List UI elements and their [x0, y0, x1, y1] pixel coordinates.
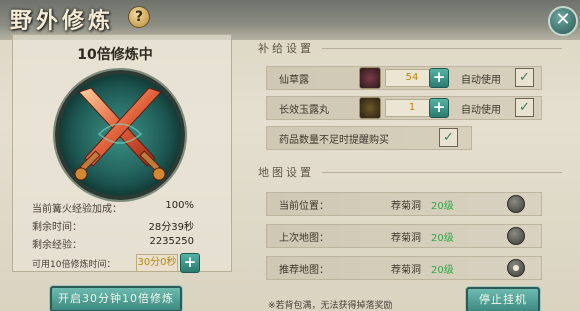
map-radio[interactable]	[507, 195, 525, 213]
map-row-label: 推荐地图：	[279, 265, 329, 276]
stat-value: 100%	[165, 200, 194, 211]
auto-use-label: 自动使用	[461, 75, 501, 86]
stat-label: 剩余时间：	[32, 222, 82, 233]
map-row-label: 当前位置：	[279, 201, 329, 212]
help-icon[interactable]: ?	[128, 6, 150, 28]
close-icon[interactable]: ✕	[548, 6, 578, 36]
mode-title: 10倍修炼中	[77, 47, 153, 63]
stat-value: 28分39秒	[148, 222, 194, 233]
map-name: 荐菊洞	[391, 265, 421, 276]
auto-use-checkbox[interactable]: ✓	[515, 98, 534, 117]
buy-pill-button[interactable]: +	[429, 98, 449, 118]
map-radio-selected[interactable]	[507, 259, 525, 277]
supply-section-title: 补给设置	[258, 42, 562, 55]
map-row-current[interactable]: 当前位置： 荐菊洞 20级	[266, 192, 542, 216]
stat-row-exp-bonus: 当前篝火经验加成： 100%	[32, 200, 212, 215]
crossed-swords-icon	[74, 87, 166, 181]
item-name: 长效玉露丸	[279, 105, 329, 116]
stat-value: 2235250	[149, 236, 194, 247]
training-panel: 野外修炼 ? ✕ 10倍修炼中 当前篝火经验加成： 100% 剩余时间： 28分…	[0, 0, 580, 311]
map-row-label: 上次地图：	[279, 233, 329, 244]
stop-afk-button[interactable]: 停止挂机	[466, 287, 540, 311]
potion-icon	[359, 67, 381, 89]
reminder-row: 药品数量不足时提醒购买 ✓	[266, 126, 472, 150]
window-title: 野外修炼	[10, 8, 115, 34]
auto-use-checkbox[interactable]: ✓	[515, 68, 534, 87]
stat-row-time-left: 剩余时间： 28分39秒	[32, 218, 212, 233]
stat-label: 剩余经验：	[32, 240, 82, 251]
map-level: 20级	[431, 233, 454, 244]
map-level: 20级	[431, 201, 454, 212]
training-emblem	[55, 70, 185, 200]
item-name: 仙草露	[279, 75, 309, 86]
map-radio[interactable]	[507, 227, 525, 245]
stat-row-exp-left: 剩余经验： 2235250	[32, 236, 212, 251]
map-row-last[interactable]: 上次地图： 荐菊洞 20级	[266, 224, 542, 248]
stat-label: 当前篝火经验加成：	[32, 204, 122, 215]
bag-full-note: ※若背包满，无法获得掉落奖励	[268, 301, 393, 311]
supply-row-pill: 长效玉露丸 1 + 自动使用 ✓	[266, 96, 542, 120]
supply-row-potion: 仙草露 54 + 自动使用 ✓	[266, 66, 542, 90]
auto-use-label: 自动使用	[461, 105, 501, 116]
reminder-checkbox[interactable]: ✓	[439, 128, 458, 147]
buy-potion-button[interactable]: +	[429, 68, 449, 88]
reminder-label: 药品数量不足时提醒购买	[279, 135, 389, 146]
map-level: 20级	[431, 265, 454, 276]
map-name: 荐菊洞	[391, 201, 421, 212]
start-training-button[interactable]: 开启30分钟10倍修炼	[50, 286, 182, 311]
available-time-value: 30分0秒	[136, 254, 178, 272]
map-row-recommended[interactable]: 推荐地图： 荐菊洞 20级	[266, 256, 542, 280]
map-name: 荐菊洞	[391, 233, 421, 244]
map-section-title: 地图设置	[258, 166, 562, 179]
pill-icon	[359, 97, 381, 119]
add-time-button[interactable]: +	[180, 253, 200, 273]
